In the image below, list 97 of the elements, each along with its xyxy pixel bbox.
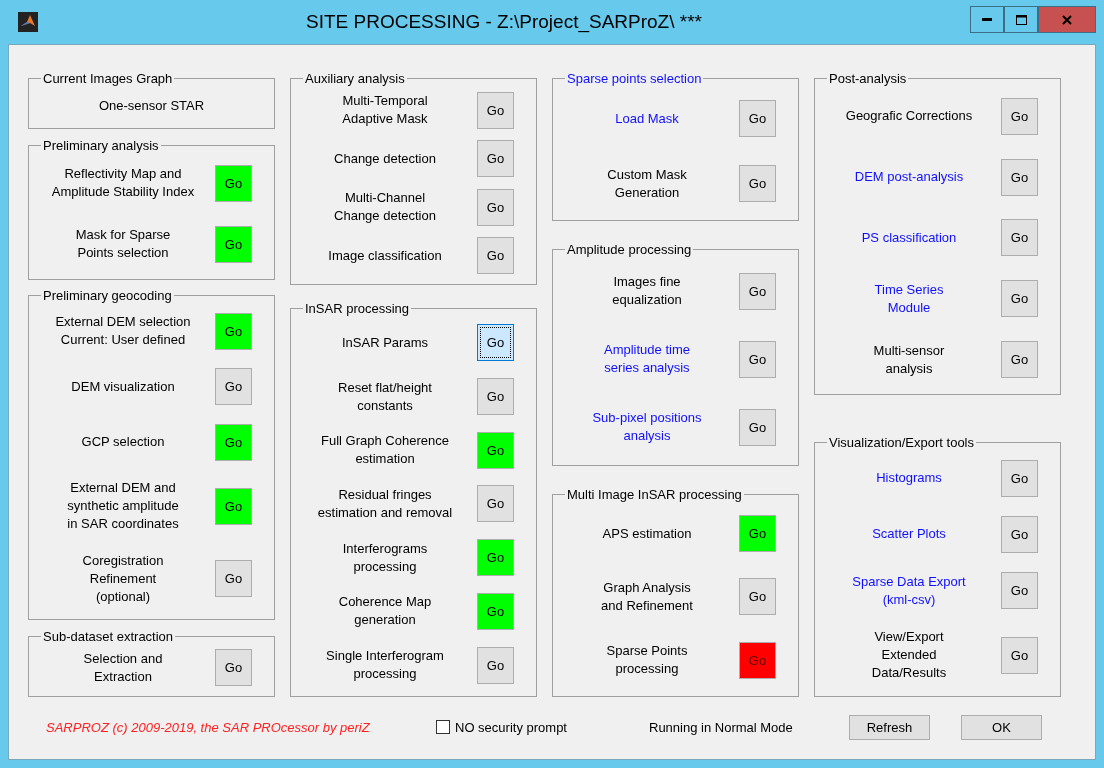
step-label: Image classification [327,246,443,265]
minimize-button[interactable] [970,6,1004,33]
go-button[interactable]: Go [215,560,252,598]
mode-status: Running in Normal Mode [649,719,794,735]
step-label: Amplitude time series analysis [603,341,691,377]
go-button[interactable]: Go [215,312,252,350]
step-label: Custom Mask Generation [606,165,688,202]
step-label: DEM post-analysis [853,168,965,187]
step-label: External DEM and synthetic amplitude in SAR coordinates [66,479,180,534]
group-title: InSAR processing [304,301,411,316]
step-label: Multi-Channel Change detection [333,189,437,226]
go-button[interactable]: Go [477,324,514,362]
step-label: Single Interferogram processing [325,647,445,684]
go-button[interactable]: Go [477,485,514,523]
go-button[interactable]: Go [215,164,252,202]
go-button[interactable]: Go [477,91,514,129]
go-button[interactable]: Go [739,165,776,202]
step-label: InSAR Params [341,333,429,352]
step-label: Reset flat/height constants [337,378,433,415]
step-label: Reflectivity Map and Amplitude Stability Index [50,165,196,202]
step-label: Coregistration Refinement (optional) [81,552,165,606]
go-button[interactable]: Go [477,140,514,178]
group-title: Visualization/Export tools [828,435,975,450]
go-button[interactable]: Go [1001,459,1038,497]
step-label: Geografic Corrections [844,107,974,126]
step-label: GCP selection [80,433,166,452]
credit-text: SARPROZ (c) 2009-2019, the SAR PROcessor by periZ [46,719,371,735]
step-label: Sparse Points processing [605,642,689,679]
step-label: Coherence Map generation [337,593,433,630]
graph-value: One-sensor STAR [97,97,206,113]
go-button[interactable]: Go [215,649,252,687]
step-label: Histograms [875,469,943,488]
group-title: Preliminary geocoding [42,288,173,304]
close-button[interactable] [1038,6,1096,33]
close-icon [1062,14,1072,25]
refresh-button[interactable]: Refresh [849,714,930,740]
step-label: Full Graph Coherence estimation [320,432,450,469]
maximize-icon [1015,14,1027,25]
checkbox-label[interactable]: NO security prompt [455,719,567,735]
go-button[interactable]: Go [1001,341,1038,379]
group-title: Current Images Graph [42,71,174,86]
go-button[interactable]: Go [1001,219,1038,257]
maximize-button[interactable] [1004,6,1038,33]
step-label: Residual fringes estimation and removal [316,485,454,522]
step-label: External DEM selection Current: User defined [54,313,192,350]
go-button[interactable]: Go [477,237,514,275]
step-label: Sparse Data Export (kml-csv) [851,572,967,609]
go-button[interactable]: Go [215,368,252,406]
step-label: Interferograms processing [341,539,429,576]
go-button[interactable]: Go [477,431,514,469]
step-label: Selection and Extraction [82,649,164,686]
group-title: Sub-dataset extraction [42,628,175,644]
step-label: APS estimation [601,524,693,543]
group-title: Sparse points selection [566,71,703,86]
step-label: Change detection [333,149,437,168]
go-button[interactable]: Go [477,592,514,630]
checkbox[interactable] [436,720,450,734]
go-button[interactable]: Go [1001,636,1038,674]
go-button[interactable]: Go [739,408,776,446]
go-button[interactable]: Go [477,378,514,416]
go-button[interactable]: Go [1001,515,1038,553]
minimize-icon [982,17,992,22]
go-button[interactable]: Go [477,539,514,577]
group-title: Post-analysis [828,71,908,86]
go-button[interactable]: Go [739,515,776,553]
step-label: Load Mask [614,109,680,128]
step-label: Scatter Plots [871,525,947,544]
go-button[interactable]: Go [739,340,776,378]
go-button[interactable]: Go [477,188,514,226]
step-label: DEM visualization [70,377,176,396]
step-label: Time Series Module [873,280,945,317]
window-title: SITE PROCESSING - Z:\Project_SARProZ\ *** [305,11,703,33]
step-label: View/Export Extended Data/Results [870,628,948,683]
go-button[interactable]: Go [739,272,776,310]
ok-button[interactable]: OK [961,714,1042,740]
go-button[interactable]: Go [739,578,776,616]
group-title: Auxiliary analysis [304,71,406,86]
go-button[interactable]: Go [477,646,514,684]
go-button[interactable]: Go [215,423,252,461]
go-button[interactable]: Go [1001,97,1038,135]
group-title: Multi Image InSAR processing [566,487,743,502]
app-logo-icon [18,12,38,32]
go-button[interactable]: Go [215,225,252,263]
group-title: Preliminary analysis [42,137,160,153]
go-button[interactable]: Go [1001,158,1038,196]
go-button[interactable]: Go [739,100,776,137]
go-button[interactable]: Go [1001,280,1038,318]
go-button[interactable]: Go [1001,572,1038,610]
step-label: Sub-pixel positions analysis [591,409,703,445]
group-title: Amplitude processing [566,242,693,257]
step-label: Images fine equalization [611,273,683,309]
go-button[interactable]: Go [215,487,252,525]
step-label: Multi-sensor analysis [872,341,946,378]
step-label: PS classification [860,229,958,247]
step-label: Multi-Temporal Adaptive Mask [341,92,429,129]
step-label: Mask for Sparse Points selection [74,226,172,263]
step-label: Graph Analysis and Refinement [600,579,694,615]
